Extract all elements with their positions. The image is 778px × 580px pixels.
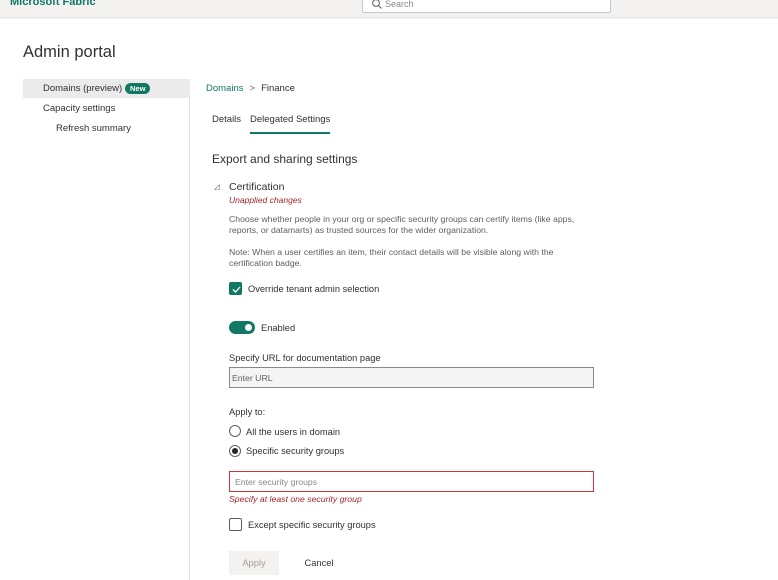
setting-description: Choose whether people in your org or spe…	[229, 214, 575, 235]
new-badge: New	[125, 83, 151, 94]
breadcrumb: Domains > Finance	[206, 83, 295, 94]
override-tenant-checkbox[interactable]	[229, 282, 242, 295]
search-box[interactable]: Search	[362, 0, 611, 13]
section-title: Export and sharing settings	[212, 152, 358, 166]
nav-item-refresh-summary[interactable]: Refresh summary	[23, 119, 190, 138]
toggle-knob	[245, 324, 252, 331]
cancel-button[interactable]: Cancel	[295, 551, 343, 575]
toggle-label: Enabled	[261, 323, 296, 333]
tab-details[interactable]: Details	[212, 114, 241, 125]
checkmark-icon	[232, 286, 241, 293]
radio-all-users[interactable]	[229, 425, 241, 437]
url-field-label: Specify URL for documentation page	[229, 353, 381, 363]
page-title: Admin portal	[23, 43, 116, 61]
brand-name[interactable]: Microsoft Fabric	[10, 0, 96, 8]
radio-selected-dot	[232, 448, 238, 454]
tab-delegated-settings[interactable]: Delegated Settings	[250, 114, 331, 134]
top-bar: Microsoft Fabric Search	[0, 0, 778, 18]
except-groups-label[interactable]: Except specific security groups	[248, 520, 376, 530]
nav-item-label: Domains (preview)	[43, 83, 123, 94]
setting-note: Note: When a user certifies an item, the…	[229, 247, 554, 268]
security-groups-input[interactable]	[229, 471, 594, 492]
main-canvas: Admin portal Domains (preview) New Capac…	[0, 19, 778, 580]
radio-specific-groups[interactable]	[229, 445, 241, 457]
override-tenant-label[interactable]: Override tenant admin selection	[248, 284, 379, 294]
enabled-toggle[interactable]	[229, 321, 255, 334]
admin-left-nav: Domains (preview) New Capacity settings …	[23, 79, 190, 580]
radio-all-users-label[interactable]: All the users in domain	[246, 427, 340, 437]
setting-title[interactable]: Certification	[229, 181, 284, 193]
nav-item-domains[interactable]: Domains (preview) New	[23, 79, 190, 98]
collapse-caret-icon[interactable]: ◿	[214, 182, 220, 191]
unapplied-changes-status: Unapplied changes	[229, 195, 302, 205]
documentation-url-input[interactable]	[229, 367, 594, 388]
nav-item-label: Capacity settings	[43, 103, 116, 114]
except-groups-checkbox[interactable]	[229, 518, 242, 531]
radio-specific-groups-label[interactable]: Specific security groups	[246, 446, 344, 456]
nav-item-label: Refresh summary	[56, 123, 131, 134]
search-placeholder[interactable]: Search	[385, 0, 414, 9]
breadcrumb-domains-link[interactable]: Domains	[206, 83, 244, 94]
breadcrumb-separator: >	[249, 83, 256, 94]
apply-to-label: Apply to:	[229, 407, 266, 417]
breadcrumb-current: Finance	[261, 83, 295, 94]
search-icon	[372, 0, 382, 9]
apply-button[interactable]: Apply	[229, 551, 279, 575]
security-groups-error: Specify at least one security group	[229, 494, 362, 504]
nav-item-capacity-settings[interactable]: Capacity settings	[23, 99, 190, 118]
